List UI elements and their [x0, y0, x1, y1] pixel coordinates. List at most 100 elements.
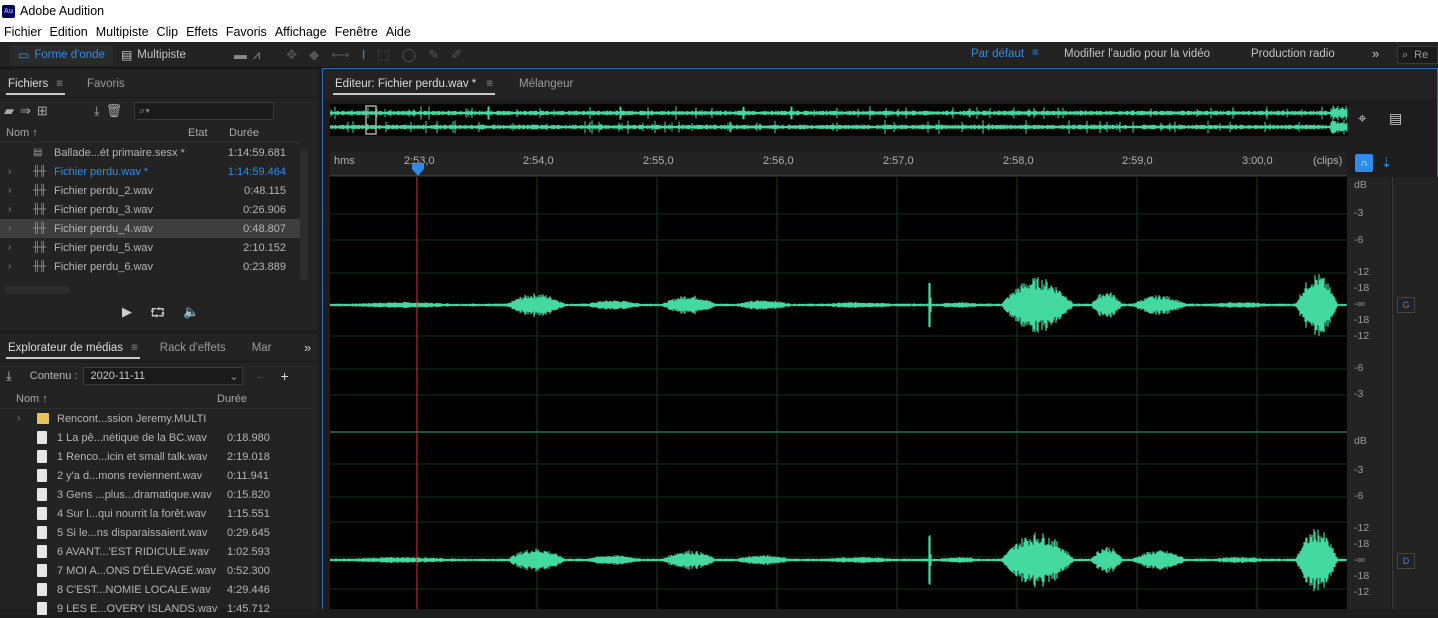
overview-menu-icon[interactable]: ▤ [1389, 110, 1402, 127]
db-label: -18 [1354, 570, 1370, 582]
list-item[interactable]: › ╫╫ Fichier perdu_2.wav 0:48.115 [0, 181, 300, 200]
content-location-dropdown[interactable]: 2020-11-11 ⌄ [83, 367, 244, 385]
expand-chevron-icon[interactable]: › [8, 242, 11, 253]
tab-mixer[interactable]: Mélangeur [511, 70, 581, 98]
list-item[interactable]: 8 C'EST...NOMIE LOCALE.wav 4:29.446 [0, 580, 312, 599]
help-search-input[interactable]: ⌕ Re [1397, 46, 1438, 64]
tab-editor[interactable]: Editeur: Fichier perdu.wav * ≡ [327, 70, 501, 98]
panel-menu-icon[interactable]: ≡ [56, 78, 63, 90]
panel-menu-icon[interactable]: ≡ [486, 78, 493, 90]
menu-aide[interactable]: Aide [382, 25, 415, 39]
list-item[interactable]: › ╫╫ Fichier perdu.wav * 1:14:59.464 [0, 162, 300, 181]
audio-file-icon [37, 545, 47, 558]
spot-healing-icon[interactable]: ✐ [451, 47, 462, 63]
list-item[interactable]: › Rencont...ssion Jeremy.MULTI [0, 409, 312, 428]
waveform-overview[interactable] [330, 104, 1348, 136]
files-search-input[interactable]: ⌕▾ [134, 102, 275, 120]
list-item[interactable]: ▤ Ballade...ét primaire.sesx * 1:14:59.6… [0, 143, 300, 162]
col-duration[interactable]: Durée [229, 127, 259, 139]
list-item[interactable]: › ╫╫ Fichier perdu_3.wav 0:26.906 [0, 200, 300, 219]
waveform-display[interactable] [330, 177, 1347, 609]
more-panels-icon[interactable]: » [304, 340, 311, 355]
time-selection-tool-icon[interactable]: I [362, 47, 366, 62]
list-item[interactable]: 1 La pê...nétique de la BC.wav 0:18.980 [0, 428, 312, 447]
zoom-to-selection-icon[interactable]: ⌖ [1358, 110, 1366, 127]
waveform-file-icon: ╫╫ [33, 242, 46, 253]
tab-effects-rack[interactable]: Rack d'effets [152, 334, 234, 362]
expand-chevron-icon[interactable]: › [8, 223, 11, 234]
media-col-name[interactable]: Nom ↑ [16, 393, 48, 405]
autoplay-icon[interactable]: 🔈 [183, 304, 199, 326]
tab-favoris[interactable]: Favoris [79, 70, 133, 98]
list-item[interactable]: 5 Si le...ns disparaissaient.wav 0:29.645 [0, 523, 312, 542]
add-shortcut-icon[interactable]: + [280, 368, 288, 384]
workspace-menu-icon[interactable]: ≡ [1032, 47, 1039, 59]
snap-magnet-icon[interactable]: ∩ [1355, 154, 1373, 172]
workspace-video[interactable]: Modifier l'audio pour la vidéo [1064, 48, 1210, 60]
tab-media-explorer[interactable]: Explorateur de médias ≡ [0, 334, 146, 362]
db-label: -18 [1354, 538, 1370, 550]
col-name[interactable]: Nom ↑ [6, 127, 38, 139]
list-item[interactable]: 2 y'a d...mons reviennent.wav 0:11.941 [0, 466, 312, 485]
time-ruler[interactable] [330, 152, 1347, 176]
open-folder-icon[interactable]: ▰ [4, 103, 14, 119]
list-item[interactable]: 6 AVANT...'EST RIDICULE.wav 1:02.593 [0, 542, 312, 561]
waveform-file-icon: ╫╫ [33, 185, 46, 196]
new-file-icon[interactable]: ⊞ [37, 103, 48, 119]
loop-icon[interactable]: ⮔ [150, 304, 165, 326]
menu-fenetre[interactable]: Fenêtre [331, 25, 382, 39]
list-item[interactable]: › ╫╫ Fichier perdu_4.wav 0:48.807 [0, 219, 300, 238]
expand-chevron-icon[interactable]: › [8, 204, 11, 215]
folder-icon [37, 413, 49, 424]
playhead-handle-icon[interactable] [411, 163, 425, 177]
expand-chevron-icon[interactable]: › [8, 261, 11, 272]
right-channel-toggle[interactable]: D [1397, 553, 1415, 569]
play-icon[interactable]: ▶ [122, 304, 132, 326]
move-tool-icon[interactable]: ✥ [286, 47, 297, 63]
spectral-frequency-icon[interactable]: ▬ [234, 47, 247, 62]
expand-chevron-icon[interactable]: › [17, 413, 20, 424]
marker-pin-icon[interactable]: ⇣ [1381, 155, 1392, 171]
insert-into-multitrack-icon[interactable]: ⤓ [94, 103, 100, 119]
marquee-tool-icon[interactable]: ⬚ [377, 47, 389, 63]
menu-edition[interactable]: Edition [46, 25, 92, 39]
waveform-view-button[interactable]: ▭ Forme d'onde [10, 44, 113, 65]
files-vertical-scrollbar[interactable] [300, 150, 308, 280]
list-item[interactable]: › ╫╫ Fichier perdu_5.wav 2:10.152 [0, 238, 300, 257]
media-col-duration[interactable]: Durée [217, 393, 247, 405]
multitrack-view-button[interactable]: ▤ Multipiste [113, 45, 194, 65]
left-channel-toggle[interactable]: G [1397, 297, 1415, 313]
spectral-pitch-icon[interactable]: ⩘ [253, 47, 260, 63]
razor-tool-icon[interactable]: ◆ [309, 47, 319, 63]
menu-affichage[interactable]: Affichage [271, 25, 331, 39]
back-arrow-icon[interactable]: ← [255, 370, 266, 382]
workspace-default[interactable]: Par défaut [971, 48, 1024, 60]
files-horizontal-scrollbar[interactable] [4, 286, 70, 294]
menu-fichier[interactable]: Fichier [0, 25, 46, 39]
workspace-radio[interactable]: Production radio [1251, 48, 1335, 60]
brush-tool-icon[interactable]: ✎ [428, 47, 439, 63]
menu-clip[interactable]: Clip [153, 25, 183, 39]
expand-chevron-icon[interactable]: › [8, 185, 11, 196]
download-icon[interactable]: ⤓ [6, 368, 12, 384]
tab-markers[interactable]: Mar [244, 334, 280, 362]
menu-favoris[interactable]: Favoris [222, 25, 271, 39]
audio-file-icon [37, 431, 47, 444]
list-item[interactable]: 1 Renco...icin et small talk.wav 2:19.018 [0, 447, 312, 466]
list-item[interactable]: 7 MOI A...ONS D'ÉLEVAGE.wav 0:52.300 [0, 561, 312, 580]
slip-tool-icon[interactable]: ⟷ [331, 47, 350, 63]
more-workspaces-icon[interactable]: » [1372, 46, 1379, 61]
audition-app-icon: Au [2, 4, 15, 18]
menu-multipiste[interactable]: Multipiste [92, 25, 153, 39]
col-state[interactable]: Etat [188, 127, 208, 139]
list-item[interactable]: 3 Gens ...plus...dramatique.wav 0:15.820 [0, 485, 312, 504]
list-item[interactable]: › ╫╫ Fichier perdu_6.wav 0:23.889 [0, 257, 300, 276]
panel-menu-icon[interactable]: ≡ [131, 342, 138, 354]
tab-fichiers[interactable]: Fichiers ≡ [0, 70, 71, 98]
menu-effets[interactable]: Effets [182, 25, 222, 39]
list-item[interactable]: 4 Sur l...qui nourrit la forêt.wav 1:15.5… [0, 504, 312, 523]
expand-chevron-icon[interactable]: › [8, 166, 11, 177]
import-file-icon[interactable]: ⇒ [20, 103, 31, 119]
delete-icon[interactable]: 🗑 [106, 103, 123, 119]
lasso-tool-icon[interactable]: ◯ [402, 47, 417, 63]
